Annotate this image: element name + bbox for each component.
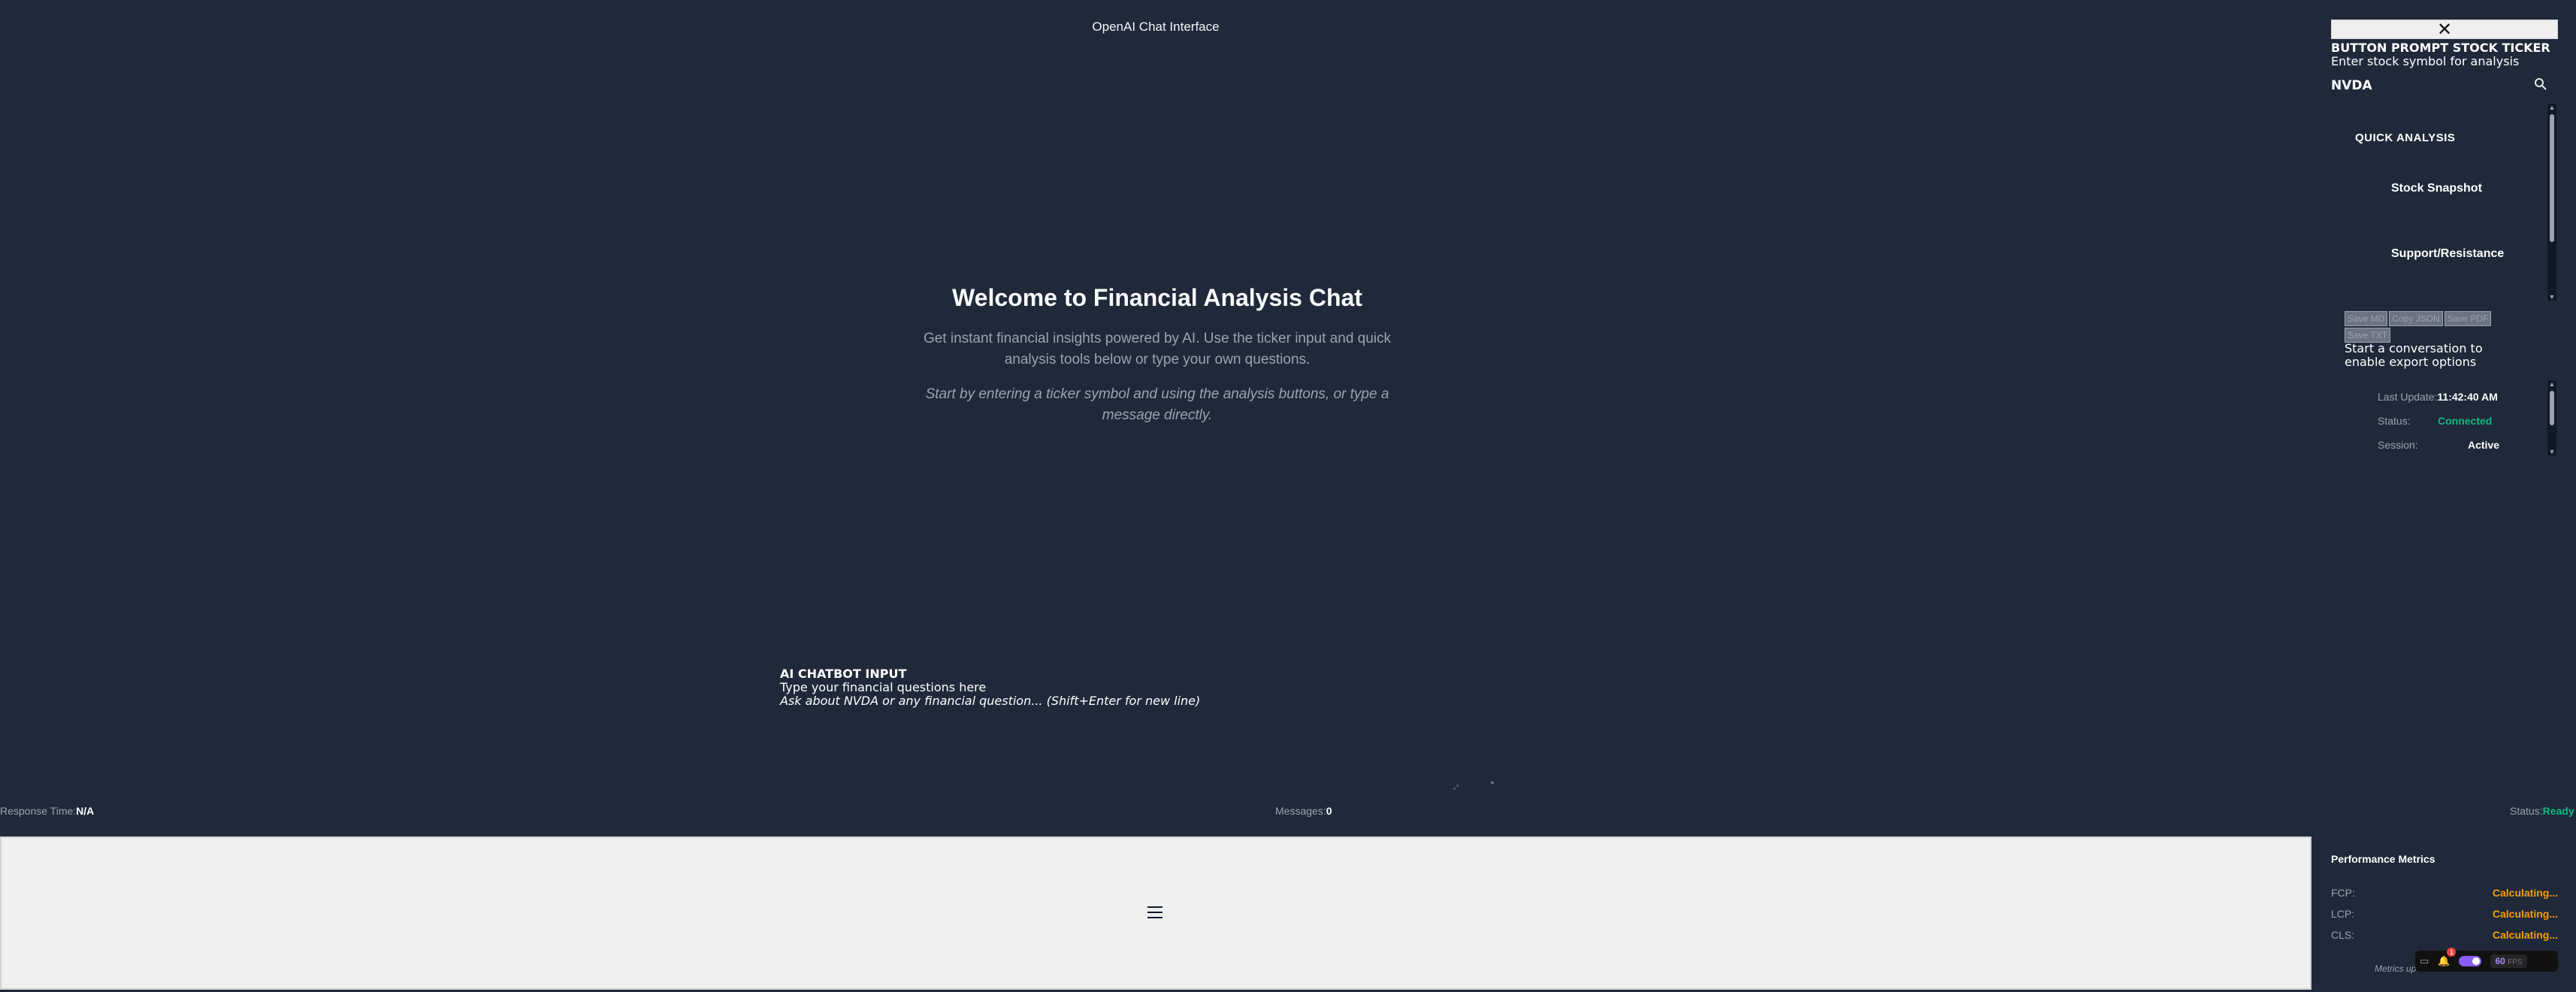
- session-value: Active: [2468, 439, 2500, 451]
- fps-value: 60: [2495, 956, 2505, 966]
- metric-lcp: LCP: Calculating...: [2331, 908, 2558, 920]
- chat-input-field[interactable]: Ask about NVDA or any financial question…: [780, 694, 1200, 708]
- support-resistance-label: Support/Resistance: [2391, 247, 2505, 260]
- welcome-heading: Welcome to Financial Analysis Chat: [952, 284, 1362, 311]
- quick-analysis-title: QUICK ANALYSIS: [2355, 132, 2456, 144]
- status-value: Ready: [2542, 805, 2574, 817]
- status-indicator: Status:Ready: [2510, 805, 2574, 817]
- message-count: Messages:0: [1275, 805, 1332, 817]
- response-time-label: Response Time:: [0, 805, 77, 817]
- info-scrollbar[interactable]: ▲ ▼: [2547, 380, 2556, 455]
- fps-unit: FPS: [2508, 958, 2523, 966]
- menu-icon[interactable]: [1147, 906, 1163, 918]
- search-icon[interactable]: [2534, 77, 2547, 91]
- save-pdf-button[interactable]: Save PDF: [2444, 311, 2492, 326]
- metric-label: FCP:: [2331, 887, 2355, 899]
- close-button[interactable]: ✕: [2331, 19, 2558, 40]
- page-title: OpenAI Chat Interface: [1092, 20, 1220, 34]
- resize-handle-dot: [1456, 785, 1459, 787]
- response-time: Response Time:N/A: [0, 805, 94, 817]
- theme-toggle[interactable]: [2459, 956, 2482, 966]
- metric-value: Calculating...: [2492, 887, 2558, 899]
- session-value-wrap: Active: [2468, 439, 2499, 451]
- metric-value: Calculating...: [2492, 908, 2558, 920]
- dev-toolbar: ▭ 🔔 1 60 FPS: [2415, 948, 2558, 972]
- performance-title: Performance Metrics: [2331, 853, 2435, 865]
- welcome-section: Welcome to Financial Analysis Chat Get i…: [894, 284, 1420, 426]
- welcome-description: Get instant financial insights powered b…: [923, 331, 1392, 367]
- messages-label: Messages:: [1275, 805, 1326, 817]
- fps-counter: 60 FPS: [2490, 954, 2527, 968]
- last-update-label: Last Update:: [2378, 391, 2438, 403]
- status-label: Status:: [2510, 805, 2543, 817]
- stock-snapshot-button[interactable]: Stock Snapshot: [2373, 182, 2482, 195]
- close-icon: ✕: [2436, 19, 2453, 40]
- welcome-hint: Start by entering a ticker symbol and us…: [925, 386, 1389, 423]
- ticker-sublabel: Enter stock symbol for analysis: [2331, 54, 2520, 68]
- export-note: Start a conversation to enable export op…: [2345, 341, 2483, 369]
- ticker-input[interactable]: NVDA: [2331, 78, 2372, 93]
- chat-input-label: AI CHATBOT INPUT: [780, 667, 907, 681]
- save-txt-button[interactable]: Save TXT: [2345, 328, 2391, 343]
- messages-value: 0: [1326, 805, 1332, 817]
- response-time-value: N/A: [76, 805, 95, 817]
- save-md-button[interactable]: Save MD: [2345, 311, 2388, 326]
- resize-handle[interactable]: [1453, 788, 1456, 790]
- connection-status: Connected: [2438, 415, 2492, 427]
- connection-status-value: Connected: [2438, 415, 2493, 427]
- copy-json-button[interactable]: Copy JSON: [2389, 311, 2443, 326]
- connection-status-label: Status:: [2378, 415, 2411, 427]
- metrics-note: Metrics up: [2375, 963, 2417, 974]
- metric-fcp: FCP: Calculating...: [2331, 887, 2558, 899]
- metric-value: Calculating...: [2492, 929, 2558, 941]
- session-label: Session:: [2378, 439, 2418, 451]
- bell-icon[interactable]: 🔔 1: [2438, 948, 2457, 967]
- last-update: Last Update:11:42:40 AM: [2378, 391, 2498, 403]
- send-indicator: [1491, 782, 1494, 784]
- metric-label: LCP:: [2331, 908, 2355, 920]
- notification-badge: 1: [2447, 948, 2457, 957]
- last-update-value: 11:42:40 AM: [2437, 391, 2498, 403]
- stock-snapshot-label: Stock Snapshot: [2391, 182, 2482, 195]
- chat-input-sublabel: Type your financial questions here: [780, 680, 987, 694]
- export-buttons: Save MD Copy JSON Save PDF Save TXT: [2345, 311, 2517, 344]
- metric-label: CLS:: [2331, 929, 2355, 941]
- ticker-label: BUTTON PROMPT STOCK TICKER: [2331, 41, 2550, 55]
- layout-icon[interactable]: ▭: [2420, 955, 2429, 967]
- support-resistance-button[interactable]: Support/Resistance: [2373, 247, 2504, 261]
- chat-input-area[interactable]: AI CHATBOT INPUT Type your financial que…: [780, 667, 1200, 708]
- metric-cls: CLS: Calculating...: [2331, 929, 2558, 941]
- quick-analysis-scrollbar[interactable]: ▲ ▼: [2547, 104, 2556, 301]
